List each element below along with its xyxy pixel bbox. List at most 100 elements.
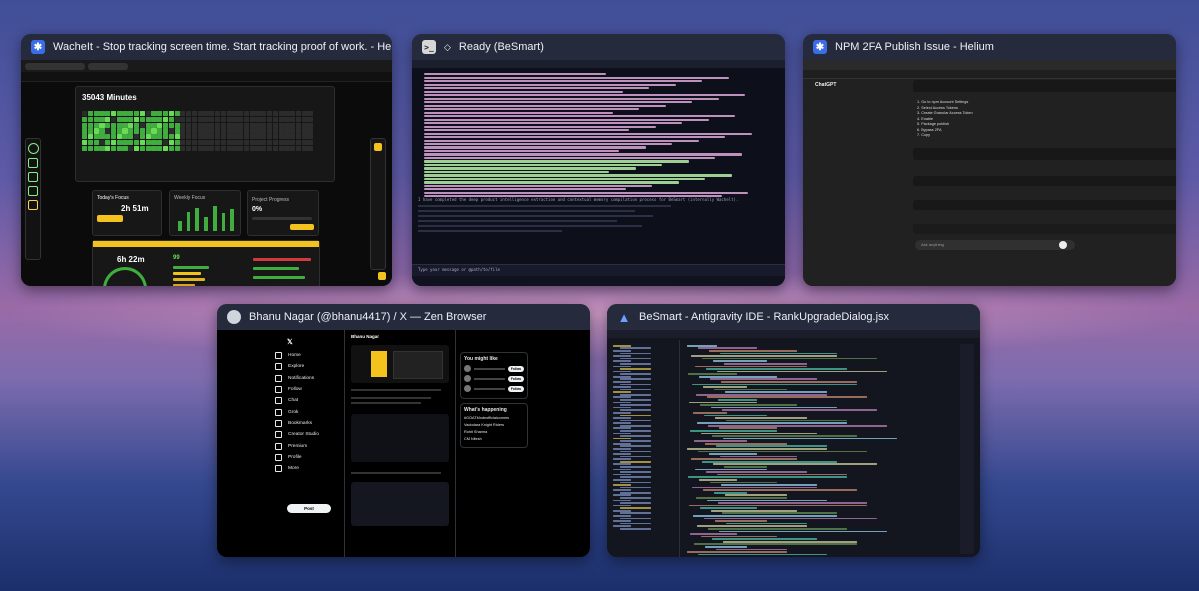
window-antigravity-ide[interactable]: ▲ BeSmart - Antigravity IDE - RankUpgrad…	[607, 304, 980, 557]
terminal-prompt[interactable]: Type your message or @path/to/file	[412, 264, 785, 276]
heatmap-cell	[139, 128, 145, 134]
nav-item[interactable]: Home	[275, 350, 319, 361]
nav-label: Premium	[288, 443, 308, 449]
you-might-like-title: You might like	[464, 356, 498, 362]
code-line	[702, 357, 877, 360]
nav-item[interactable]: Chat	[275, 395, 319, 406]
heatmap-cell	[220, 111, 226, 117]
heatmap-cell	[157, 145, 163, 151]
nav-item[interactable]: Explore	[275, 361, 319, 372]
explorer-line	[613, 515, 631, 517]
window-titlebar[interactable]: Bhanu Nagar (@bhanu4417) / X — Zen Brows…	[217, 304, 590, 330]
weekly-focus-label: Weekly Focus	[174, 195, 206, 201]
weekly-bar	[195, 207, 200, 231]
heatmap-cell	[180, 111, 186, 117]
nav-item[interactable]: Profile	[275, 452, 319, 463]
nav-icon	[275, 386, 282, 394]
code-line	[696, 393, 827, 396]
window-titlebar[interactable]: >_ ◇ Ready (BeSmart)	[412, 34, 785, 60]
window-titlebar[interactable]: ✱ WacheIt - Stop tracking screen time. S…	[21, 34, 392, 60]
nav-item[interactable]: Notifications	[275, 373, 319, 384]
heatmap-cell	[174, 122, 180, 128]
weekly-bar	[178, 220, 182, 231]
code-line	[716, 445, 827, 448]
explorer-line	[620, 471, 651, 473]
antigravity-icon: ▲	[617, 309, 631, 325]
suggested-account[interactable]: Follow	[464, 375, 524, 382]
heatmap-cell	[82, 122, 88, 128]
diff-line	[424, 90, 623, 93]
heatmap-cell	[272, 145, 278, 151]
heatmap-cell	[232, 111, 238, 117]
heatmap-cell	[238, 145, 244, 151]
explorer-line	[613, 432, 631, 435]
heatmap-cell	[110, 134, 117, 140]
chat-input[interactable]: Ask anything	[915, 240, 1075, 250]
follow-button[interactable]: Follow	[507, 385, 524, 392]
heatmap-cell	[255, 134, 261, 140]
window-titlebar[interactable]: ✱ NPM 2FA Publish Issue - Helium	[803, 34, 1176, 60]
heatmap-cell	[284, 116, 290, 122]
trend-item[interactable]: CM Nitesh	[464, 437, 524, 441]
follow-button[interactable]: Follow	[507, 365, 524, 372]
code-line	[724, 466, 767, 468]
heatmap-cell	[214, 122, 221, 128]
add-project-button[interactable]	[290, 224, 314, 230]
heatmap-cell	[261, 134, 267, 140]
focus-start-button[interactable]	[97, 215, 123, 222]
terminal-summary: I have completed the deep product intell…	[418, 197, 779, 235]
nav-item[interactable]: More	[275, 463, 319, 474]
code-line	[725, 494, 787, 497]
heatmap-cell	[261, 116, 267, 122]
code-line	[709, 453, 757, 455]
explorer-line	[613, 509, 631, 512]
heatmap-cell	[226, 116, 232, 122]
code-line	[719, 530, 887, 533]
window-terminal[interactable]: >_ ◇ Ready (BeSmart) I have completed th…	[412, 34, 785, 286]
avatar	[464, 375, 471, 382]
heatmap-cell	[232, 128, 238, 134]
heatmap-cell	[134, 111, 140, 117]
heatmap-cell	[267, 134, 273, 140]
trend-item[interactable]: #GOATModeofficialcomms	[464, 416, 524, 420]
nav-item[interactable]: Premium	[275, 440, 319, 451]
heatmap-cell	[191, 122, 198, 128]
heatmap-cell	[214, 139, 221, 146]
heatmap-cell	[93, 116, 99, 122]
nav-item[interactable]: Follow	[275, 384, 319, 395]
follow-button[interactable]: Follow	[507, 375, 524, 382]
explorer-line	[620, 352, 651, 355]
code-line	[720, 352, 837, 355]
window-chatgpt[interactable]: ✱ NPM 2FA Publish Issue - Helium ChatGPT…	[803, 34, 1176, 286]
heatmap-cell	[278, 111, 284, 117]
heatmap-cell	[116, 145, 122, 151]
code-line	[690, 429, 777, 432]
heatmap-cell	[145, 139, 151, 146]
collapse-button[interactable]	[378, 272, 386, 280]
send-icon[interactable]	[1059, 241, 1067, 249]
window-x-profile[interactable]: Bhanu Nagar (@bhanu4417) / X — Zen Brows…	[217, 304, 590, 557]
heatmap-cell	[238, 116, 244, 122]
heatmap-cell	[278, 145, 284, 151]
nav-item[interactable]: Bookmarks	[275, 418, 319, 429]
heatmap-cell	[99, 134, 105, 140]
nav-item[interactable]: Creator Studio	[275, 429, 319, 440]
trend-item[interactable]: Vadodara Knight Riders	[464, 423, 524, 427]
heatmap-cell	[226, 128, 232, 134]
suggested-account[interactable]: Follow	[464, 365, 524, 372]
nav-item[interactable]: Grok	[275, 406, 319, 417]
suggested-account[interactable]: Follow	[464, 385, 524, 392]
code-line	[695, 468, 767, 471]
second-timer: 6h 22m	[117, 255, 145, 264]
post-button[interactable]: Post	[287, 504, 331, 513]
diff-line	[424, 153, 742, 156]
heatmap-cell	[238, 128, 244, 134]
code-line	[698, 347, 757, 350]
code-line	[699, 375, 777, 378]
trend-item[interactable]: Rohit Sharma	[464, 430, 524, 434]
window-wacheit[interactable]: ✱ WacheIt - Stop tracking screen time. S…	[21, 34, 392, 286]
window-title: NPM 2FA Publish Issue - Helium	[835, 41, 994, 53]
window-titlebar[interactable]: ▲ BeSmart - Antigravity IDE - RankUpgrad…	[607, 304, 980, 330]
diff-line	[424, 122, 683, 125]
explorer-line	[620, 404, 651, 406]
